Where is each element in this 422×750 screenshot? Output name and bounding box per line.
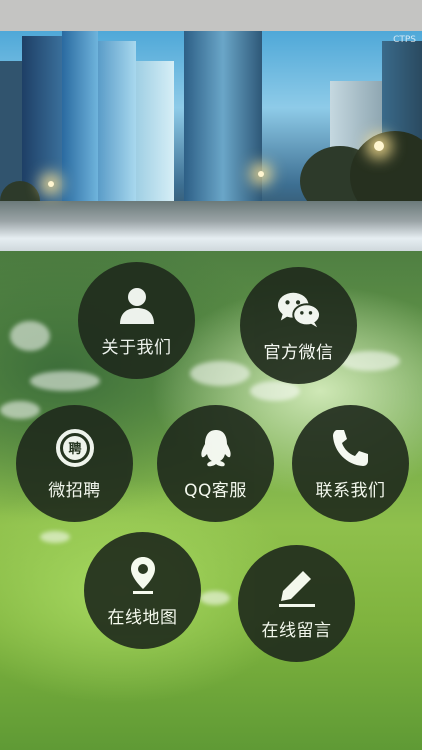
map-pin-icon	[121, 553, 165, 597]
status-bar	[0, 0, 422, 31]
official-wechat-button[interactable]: 官方微信	[240, 267, 357, 384]
city-banner-image: CTPS	[0, 31, 422, 251]
contact-us-label: 联系我们	[315, 481, 386, 501]
pencil-icon	[275, 566, 319, 610]
person-icon	[115, 283, 159, 327]
online-message-button[interactable]: 在线留言	[238, 545, 355, 662]
about-us-button[interactable]: 关于我们	[78, 262, 195, 379]
wechat-icon	[277, 288, 321, 332]
road	[0, 201, 422, 251]
online-message-label: 在线留言	[261, 621, 332, 641]
contact-us-button[interactable]: 联系我们	[292, 405, 409, 522]
recruit-icon: 聘	[53, 426, 97, 470]
qq-service-label: QQ客服	[184, 481, 247, 501]
online-map-button[interactable]: 在线地图	[84, 532, 201, 649]
phone-icon	[329, 426, 373, 470]
recruit-icon-text: 聘	[68, 441, 81, 457]
banner-watermark: CTPS	[393, 35, 416, 45]
micro-recruit-label: 微招聘	[48, 481, 101, 501]
about-us-label: 关于我们	[101, 338, 172, 358]
micro-recruit-button[interactable]: 聘 微招聘	[16, 405, 133, 522]
official-wechat-label: 官方微信	[263, 343, 334, 363]
qq-icon	[194, 426, 238, 470]
online-map-label: 在线地图	[107, 608, 178, 628]
qq-service-button[interactable]: QQ客服	[157, 405, 274, 522]
